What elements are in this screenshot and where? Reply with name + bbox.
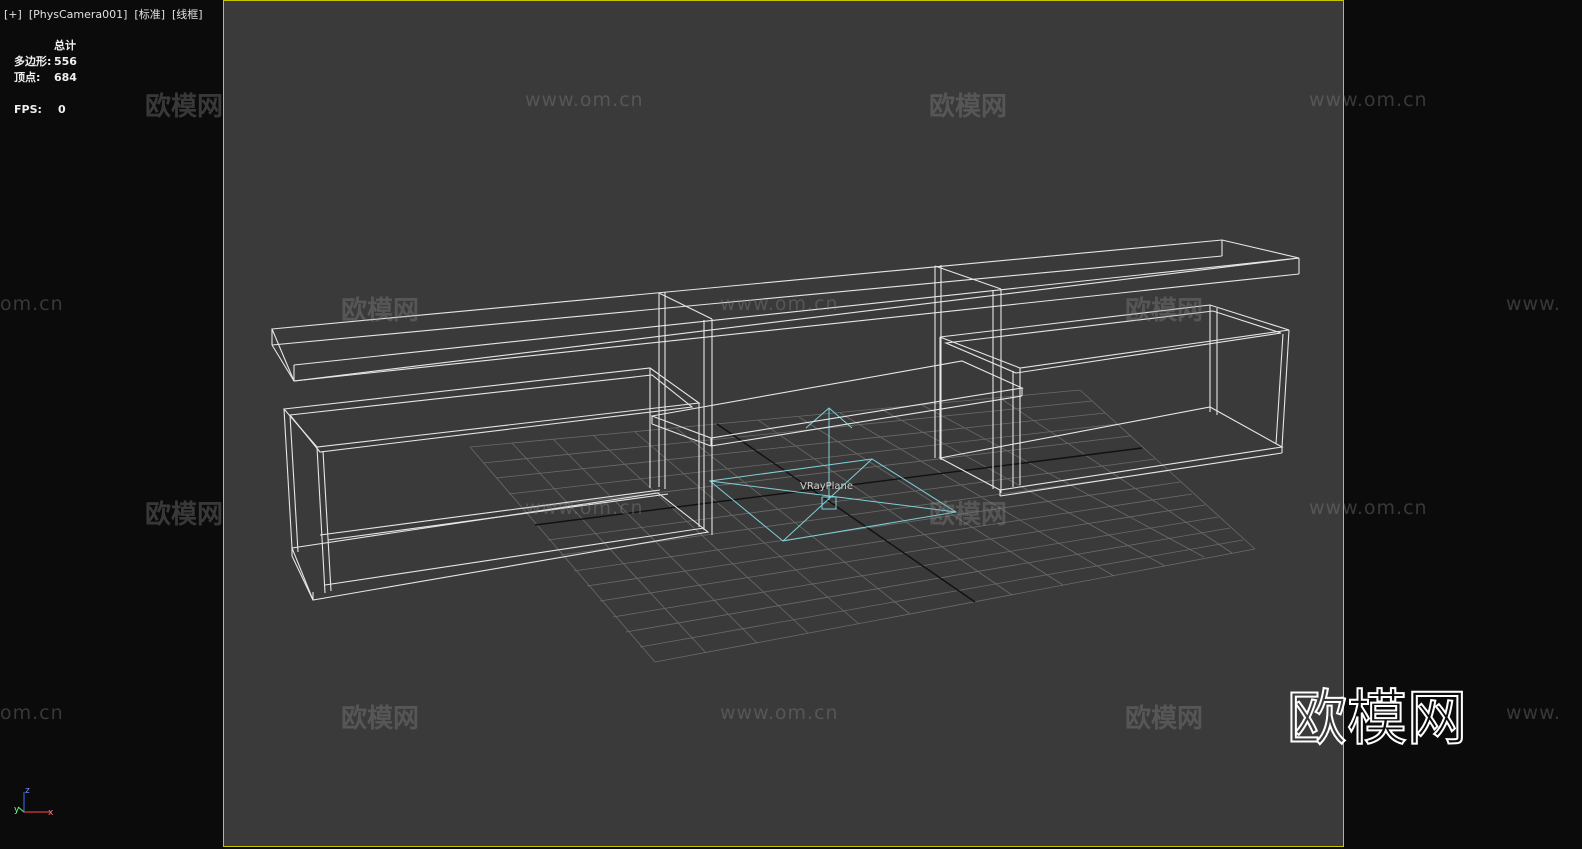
- gizmo-x-label: x: [48, 808, 54, 818]
- vray-plane-label: VRayPlane: [800, 481, 854, 492]
- grid-axes: [534, 423, 1143, 603]
- home-grid: [469, 389, 1256, 663]
- gizmo-y-label: y: [14, 805, 20, 815]
- cabinet-wireframe: [271, 239, 1300, 601]
- vray-plane: [708, 407, 958, 542]
- gizmo-z-label: z: [25, 786, 30, 796]
- axis-gizmo-icon: z x y: [14, 786, 54, 818]
- wireframe-scene[interactable]: [0, 0, 1582, 849]
